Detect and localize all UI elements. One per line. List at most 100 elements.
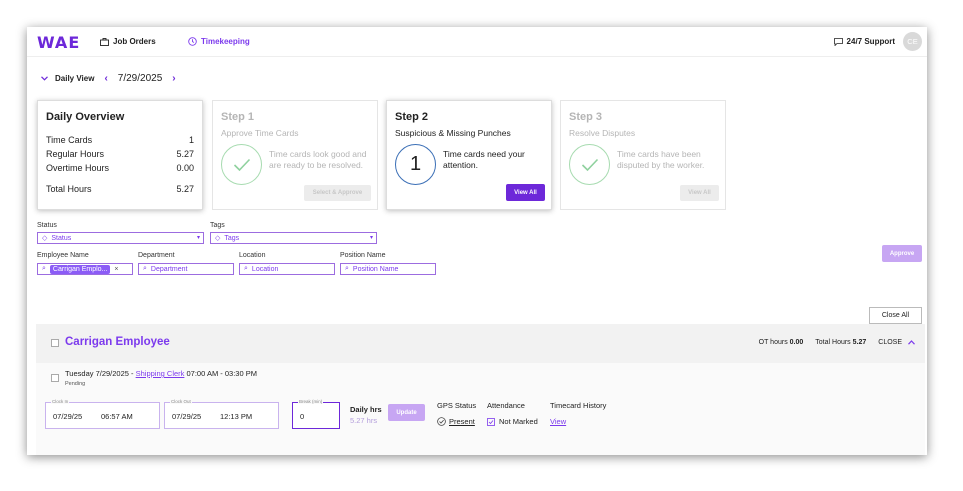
break-value: 0 (300, 412, 305, 421)
nav-job-orders[interactable]: Job Orders (100, 37, 156, 46)
status-placeholder: Status (51, 234, 72, 242)
gps-status-value[interactable]: Present (449, 417, 475, 426)
date-view-controls: Daily View ‹ 7/29/2025 › (41, 73, 176, 84)
department-label: Department (138, 252, 175, 259)
search-icon: ⌕ (244, 265, 248, 272)
employee-checkbox[interactable] (51, 339, 59, 347)
overview-label: Total Hours (46, 184, 92, 194)
break-field[interactable]: Break (min) 0 (292, 399, 340, 429)
briefcase-icon (100, 37, 109, 46)
position-name-label: Position Name (340, 252, 386, 259)
location-filter[interactable]: ⌕ Location (239, 263, 335, 275)
department-filter[interactable]: ⌕ Department (138, 263, 234, 275)
gps-status: Present (437, 417, 475, 426)
employee-chip[interactable]: Carrigan Emplo... (49, 264, 111, 274)
location-label: Location (239, 252, 266, 259)
brand-logo[interactable]: WAE (37, 33, 80, 52)
status-badge: Pending (65, 381, 86, 387)
view-all-disabled-button[interactable]: View All (680, 185, 719, 201)
timecard-history-label: Timecard History (550, 401, 607, 410)
shift-time: 07:00 AM - 03:30 PM (186, 369, 257, 378)
step1-subtitle: Approve Time Cards (221, 128, 299, 138)
clock-in-date: 07/29/25 (53, 412, 83, 421)
employee-timecard: Tuesday 7/29/2025 - Shipping Clerk 07:00… (36, 363, 925, 455)
ot-hours: OT hours 0.00 (759, 339, 804, 346)
ot-hours-value: 0.00 (789, 339, 804, 346)
checkmark-icon (221, 144, 262, 185)
chevron-up-icon (908, 340, 915, 345)
position-placeholder: Position Name (352, 265, 399, 273)
overview-label: Time Cards (46, 135, 93, 145)
overview-value: 5.27 (176, 184, 194, 194)
overview-row: Total Hours 5.27 (46, 184, 194, 194)
caret-down-icon: ▾ (196, 235, 200, 241)
step2-subtitle: Suspicious & Missing Punches (395, 128, 511, 138)
chevron-left-icon[interactable]: ‹ (104, 73, 107, 84)
location-placeholder: Location (251, 265, 279, 273)
clock-out-field[interactable]: Clock Out 07/29/25 12:13 PM (164, 399, 279, 429)
close-all-button[interactable]: Close All (869, 307, 922, 324)
clock-in-label: Clock In (51, 399, 70, 404)
attendance-value: Not Marked (499, 417, 538, 426)
edit-note-icon (487, 417, 495, 426)
tags-select[interactable]: ◇ Tags ▾ (210, 232, 377, 244)
caret-down-icon: ▾ (369, 235, 373, 241)
attendance-status[interactable]: Not Marked (487, 417, 538, 426)
nav-timekeeping-label: Timekeeping (201, 37, 250, 46)
step3-card: Step 3 Resolve Disputes Time cards have … (560, 100, 726, 210)
overview-row: Regular Hours 5.27 (46, 149, 194, 159)
select-approve-button[interactable]: Select & Approve (304, 185, 371, 201)
employee-header: Carrigan Employee OT hours 0.00 Total Ho… (36, 324, 925, 363)
overview-title: Daily Overview (46, 111, 125, 123)
status-label: Status (37, 222, 57, 229)
total-hours-label: Total Hours (815, 339, 851, 346)
tags-label: Tags (210, 222, 225, 229)
attendance-label: Attendance (487, 401, 525, 410)
support-label: 24/7 Support (846, 37, 895, 46)
step1-title: Step 1 (221, 111, 255, 123)
overview-row: Time Cards 1 (46, 135, 194, 145)
view-mode-dropdown[interactable]: Daily View (41, 74, 94, 83)
current-date: 7/29/2025 (117, 73, 163, 84)
filter-diamond-icon: ◇ (42, 235, 48, 242)
clock-out-time: 12:13 PM (220, 412, 253, 421)
shift-info: Tuesday 7/29/2025 - Shipping Clerk 07:00… (65, 369, 257, 378)
overview-value: 5.27 (176, 149, 194, 159)
chat-icon (833, 37, 843, 46)
approve-button[interactable]: Approve (882, 245, 922, 262)
step3-message: Time cards have been disputed by the wor… (617, 149, 705, 170)
ot-hours-label: OT hours (758, 339, 788, 346)
nav-timekeeping[interactable]: Timekeeping (188, 37, 250, 46)
search-icon: ⌕ (143, 265, 147, 272)
clock-in-time: 06:57 AM (101, 412, 133, 421)
step2-message: Time cards need your attention. (443, 149, 525, 170)
clock-icon (188, 37, 197, 46)
step1-message: Time cards look good and are ready to be… (269, 149, 367, 170)
overview-value: 1 (188, 135, 194, 145)
employee-name-filter[interactable]: ⌕ Carrigan Emplo... × (37, 263, 133, 275)
search-icon: ⌕ (42, 265, 46, 272)
clear-icon[interactable]: × (114, 266, 118, 273)
support-link[interactable]: 24/7 Support (833, 37, 895, 46)
shift-role-link[interactable]: Shipping Clerk (136, 369, 185, 378)
step2-card: Step 2 Suspicious & Missing Punches 1 Ti… (386, 100, 552, 210)
timecard-history-link[interactable]: View (550, 417, 566, 426)
collapse-toggle[interactable]: CLOSE (878, 339, 915, 346)
chevron-right-icon[interactable]: › (172, 73, 175, 84)
check-circle-icon (437, 417, 446, 426)
update-button[interactable]: Update (388, 404, 425, 421)
clock-out-date: 07/29/25 (172, 412, 202, 421)
status-select[interactable]: ◇ Status ▾ (37, 232, 204, 244)
gps-status-label: GPS Status (437, 401, 477, 410)
position-name-filter[interactable]: ⌕ Position Name (340, 263, 436, 275)
clock-in-field[interactable]: Clock In 07/29/25 06:57 AM (45, 399, 160, 429)
view-all-button[interactable]: View All (506, 184, 545, 201)
employee-name[interactable]: Carrigan Employee (65, 336, 170, 348)
timecard-checkbox[interactable] (51, 374, 59, 382)
user-avatar[interactable]: CE (903, 32, 922, 51)
chevron-down-icon (41, 76, 48, 81)
nav-job-orders-label: Job Orders (113, 37, 156, 46)
employee-summary: OT hours 0.00 Total Hours 5.27 CLOSE (759, 339, 915, 346)
checkmark-icon (569, 144, 610, 185)
total-hours: Total Hours 5.27 (815, 339, 866, 346)
